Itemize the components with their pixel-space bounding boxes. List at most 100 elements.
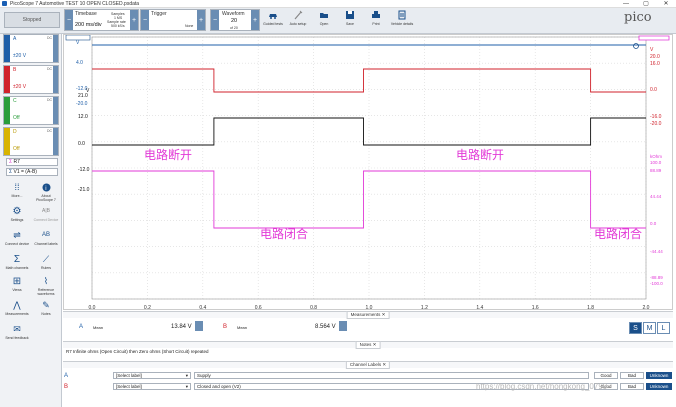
label-row-a-text[interactable]: Supply [194,372,589,379]
wand-icon [294,10,303,20]
label-row-b-channel: B [64,384,69,390]
waveform-next-button[interactable]: + [251,10,259,30]
minimize-button[interactable]: — [616,1,636,7]
print-button[interactable]: Print [365,10,387,32]
delete-measurement-a-icon[interactable] [195,321,203,331]
chevron-down-icon: ▾ [185,373,188,378]
measurements-tab[interactable]: Measurements ✕ [346,311,390,319]
size-small-button[interactable]: S [629,322,642,334]
channel-d-card[interactable]: D DC Off [3,127,59,156]
label-row-a-bad-button[interactable]: Bad [620,372,644,379]
notes-tab[interactable]: Notes ✕ [355,341,381,349]
measurements-button[interactable]: ⋀ Measurements [4,300,30,317]
reference-waveforms-button[interactable]: ⌇ Reference waveforms [33,276,59,297]
delete-measurement-b-icon[interactable] [339,321,347,331]
trigger-mode[interactable]: None [185,24,193,28]
channel-b-card[interactable]: B DC ±20 V [3,65,59,94]
right-axis-b-label: 0.0 [650,87,657,93]
label-row-a-unknown-button[interactable]: Unknown [646,372,672,379]
label-row-a-select-value: [Select label] [116,373,142,378]
vehicle-details-button[interactable]: Vehicle details [391,10,413,32]
connect-device-button[interactable]: ⇌ Connect device [4,229,30,247]
waveform-number[interactable]: 20 [231,18,237,24]
size-large-button[interactable]: L [657,322,670,334]
gear-icon: ⚙ [12,205,22,217]
notes-title: Notes [359,342,372,347]
waveform-label: Waveform [222,11,245,17]
label-row-a-good-button[interactable]: Good [594,372,618,379]
disk-icon [346,11,354,19]
guided-tests-button[interactable]: Guided tests [262,10,284,32]
more-button[interactable]: ⁞⁞ More... [4,182,30,198]
views-label: Views [12,288,22,292]
feedback-icon: ✉ [13,323,21,334]
trigger-group: − Trigger None + [140,9,206,31]
save-button[interactable]: Save [339,10,361,32]
label-row-a-channel: A [64,373,69,379]
trigger-prev-button[interactable]: − [141,10,149,30]
measurements-row: A Mean 13.84 V B Mean 8.564 V [63,320,623,334]
label-row-b-select[interactable]: [Select label] ▾ [113,383,191,390]
channel-a-range-stepper[interactable] [53,35,58,62]
channel-a-range[interactable]: ±20 V [13,53,26,59]
timebase-increase-button[interactable]: + [130,10,138,30]
channel-b-coupling[interactable]: DC [47,67,52,71]
channel-c-card[interactable]: C DC Off [3,96,59,125]
rulers-button[interactable]: ⟋ Rulers [33,254,59,271]
math-channel-v1-label: V1 = (A-B) [13,169,37,175]
vehicle-details-label: Vehicle details [390,22,414,26]
measurements-section-header: Measurements ✕ [63,311,673,319]
info-icon: i [41,182,51,192]
channel-labels-tab[interactable]: Channel Labels ✕ [345,361,391,369]
channel-c-range-stepper[interactable] [53,97,58,124]
channel-a-card[interactable]: A DC ±20 V [3,34,59,63]
open-button[interactable]: Open [313,10,335,32]
channel-b-color [4,66,10,93]
math-channel-v1[interactable]: Σ V1 = (A-B) [6,168,58,176]
size-medium-button[interactable]: M [643,322,656,334]
label-row-b-unknown-button[interactable]: Unknown [646,383,672,390]
timebase-decrease-button[interactable]: − [65,10,73,30]
notes-text[interactable]: R7 Infinite ohms (Open Circuit) then Zer… [66,349,209,354]
run-stop-button[interactable]: Stopped [4,12,60,28]
label-row-b-bad-button[interactable]: Bad [620,383,644,390]
auto-setup-button[interactable]: Auto setup [287,10,309,32]
close-button[interactable]: ✕ [656,0,676,7]
right-axis-r7-label: 0.0 [650,221,657,226]
send-feedback-label: Send feedback [5,336,29,340]
channel-d-range-stepper[interactable] [53,128,58,155]
math-channels-button[interactable]: Σ Math channels [4,254,30,271]
channel-labels-button[interactable]: AB Channel labels [33,230,59,246]
left-axis-v1-label: -12.0 [78,167,90,173]
waveform-prev-button[interactable]: − [211,10,219,30]
channel-c-range[interactable]: Off [13,115,20,121]
channel-c-coupling[interactable]: DC [47,98,52,102]
channel-a-coupling[interactable]: DC [47,36,52,40]
math-channel-r7[interactable]: Σ R7 [6,158,58,166]
left-axis-v1-label: 21.0 [78,93,88,99]
send-feedback-button[interactable]: ✉ Send feedback [4,323,30,341]
usb-icon: ⇌ [13,229,21,240]
pico-logo: pico [624,10,652,25]
notes-button[interactable]: ✎ Notes [33,300,59,317]
trigger-next-button[interactable]: + [197,10,205,30]
left-axis-v1-label: 0.0 [78,141,85,147]
channel-d-coupling[interactable]: DC [47,129,52,133]
label-row-a-select[interactable]: [Select label] ▾ [113,372,191,379]
right-axis-b-label: -20.0 [650,121,662,127]
views-button[interactable]: ⊞ Views [4,276,30,293]
scope-view[interactable]: 0.0 0.2 0.4 0.6 0.8 1.0 1.2 1.4 1.6 1.8 2.0 V 4.0 -12… [63,34,674,311]
settings-button[interactable]: ⚙ Settings [4,205,30,223]
timebase-value[interactable]: 200 ms/div [75,22,102,28]
measurements-title: Measurements [350,312,381,317]
settings-label: Settings [10,218,24,222]
about-button[interactable]: i About PicoScope 7 [33,182,59,202]
scope-chart[interactable]: 0.0 0.2 0.4 0.6 0.8 1.0 1.2 1.4 1.6 1.8 2.0V4.0-12… [64,34,674,311]
connect-device-disabled-button[interactable]: A|B Connect Device [33,206,59,222]
channel-b-range-stepper[interactable] [53,66,58,93]
right-axis-r7-label: 100.0 [650,160,662,165]
maximize-button[interactable]: ▢ [636,0,656,7]
channel-b-range[interactable]: ±20 V [13,84,26,90]
trigger-label: Trigger [151,11,167,17]
channel-d-range[interactable]: Off [13,146,20,152]
